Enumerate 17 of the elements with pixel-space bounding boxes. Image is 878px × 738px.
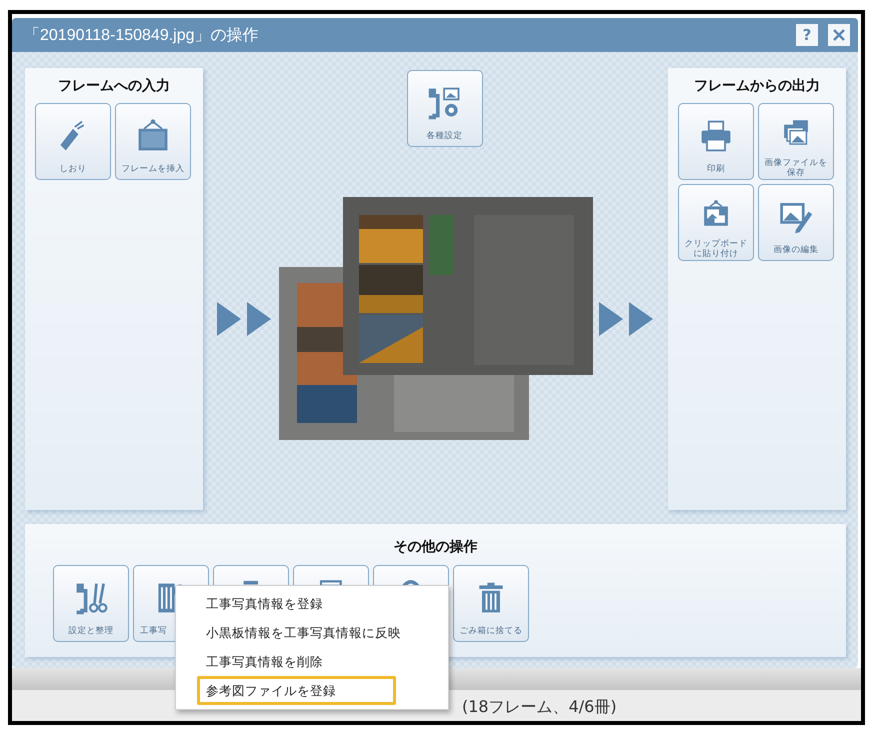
status-text: (18フレーム、4/6冊) (462, 697, 617, 718)
action-button[interactable]: フレームを挿入 (115, 103, 191, 180)
action-button[interactable]: 画像ファイルを保存 (758, 103, 834, 180)
action-button[interactable]: 各種設定 (406, 70, 482, 147)
action-button[interactable]: ごみ箱に捨てる (453, 565, 529, 642)
panel-title: フレームからの出力 (693, 77, 821, 96)
window-title: 「20190118-150849.jpg」の操作 (24, 26, 260, 46)
help-button[interactable]: ? (796, 24, 818, 46)
panel-title: その他の操作 (392, 538, 478, 557)
panel-title: フレームへの入力 (57, 77, 171, 96)
action-button[interactable]: 印刷 (678, 103, 754, 180)
menu-item[interactable]: 参考図ファイルを登録 (197, 676, 396, 705)
action-button[interactable]: 画像の編集 (758, 184, 834, 261)
action-button[interactable]: 設定と整理 (53, 565, 129, 642)
action-button[interactable]: クリップボードに貼り付け (678, 184, 754, 261)
menu-item[interactable]: 工事写真情報を削除 (197, 647, 440, 676)
action-button[interactable]: しおり (35, 103, 111, 180)
